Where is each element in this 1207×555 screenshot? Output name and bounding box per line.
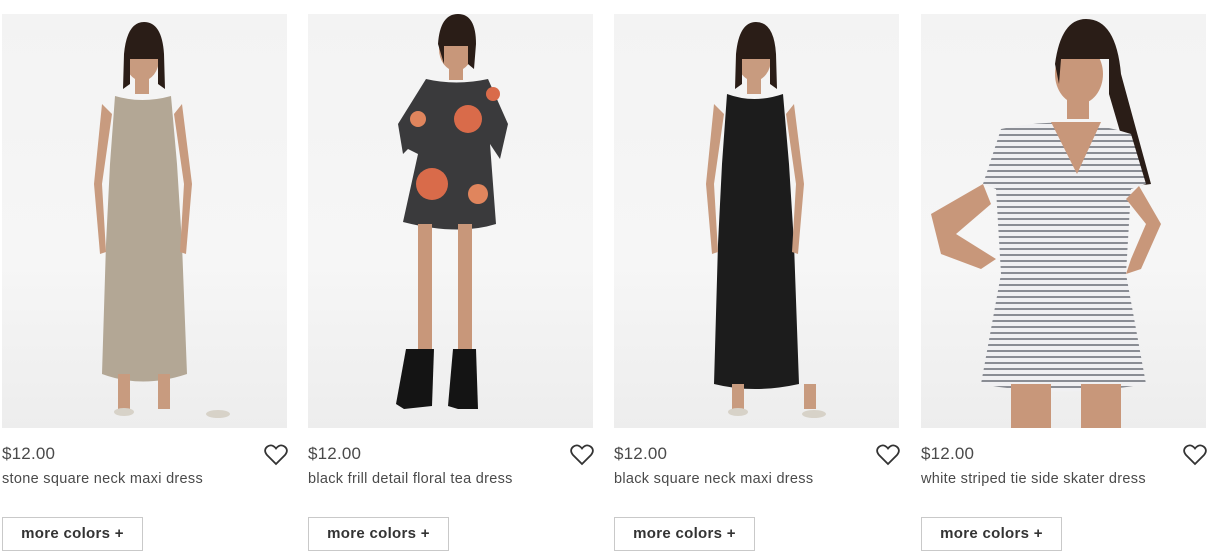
product-name[interactable]: black frill detail floral tea dress — [308, 471, 513, 487]
more-colors-button[interactable]: more colors + — [614, 517, 755, 551]
product-grid: $12.00 stone square neck maxi dress more… — [2, 14, 1207, 555]
product-price: $12.00 — [2, 444, 56, 463]
product-image[interactable] — [308, 14, 593, 428]
product-name[interactable]: black square neck maxi dress — [614, 471, 813, 487]
more-colors-button[interactable]: more colors + — [2, 517, 143, 551]
product-image[interactable] — [614, 14, 899, 428]
wishlist-heart-icon[interactable] — [876, 444, 900, 466]
product-name[interactable]: white striped tie side skater dress — [921, 471, 1146, 487]
product-card: $12.00 black frill detail floral tea dre… — [308, 14, 594, 555]
wishlist-heart-icon[interactable] — [1183, 444, 1207, 466]
wishlist-heart-icon[interactable] — [570, 444, 594, 466]
product-name[interactable]: stone square neck maxi dress — [2, 471, 203, 487]
product-card: $12.00 stone square neck maxi dress more… — [2, 14, 288, 555]
product-price: $12.00 — [308, 444, 362, 463]
product-card: $12.00 white striped tie side skater dre… — [921, 14, 1207, 555]
wishlist-heart-icon[interactable] — [264, 444, 288, 466]
product-image[interactable] — [2, 14, 287, 428]
product-image[interactable] — [921, 14, 1206, 428]
more-colors-button[interactable]: more colors + — [921, 517, 1062, 551]
product-price: $12.00 — [614, 444, 668, 463]
more-colors-button[interactable]: more colors + — [308, 517, 449, 551]
product-price: $12.00 — [921, 444, 975, 463]
product-card: $12.00 black square neck maxi dress more… — [614, 14, 900, 555]
